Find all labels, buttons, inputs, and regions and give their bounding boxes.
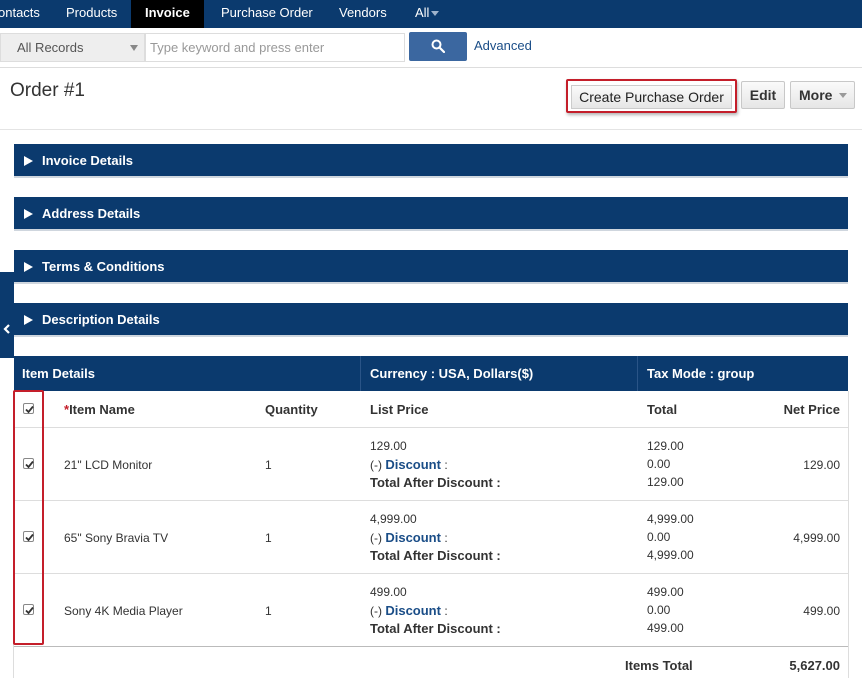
item-total: 499.00 (647, 585, 684, 599)
advanced-search-link[interactable]: Advanced (474, 38, 532, 53)
header-divider (0, 129, 862, 130)
section-invoice-details[interactable]: Invoice Details (14, 144, 848, 178)
item-name[interactable]: 65" Sony Bravia TV (64, 531, 168, 545)
nav-item-invoice[interactable]: Invoice (131, 0, 204, 28)
list-price: 4,999.00 (370, 512, 417, 526)
chevron-down-icon (431, 11, 440, 17)
column-quantity: Quantity (265, 402, 318, 417)
discount-line: (-) Discount : (370, 457, 448, 472)
expand-arrow-icon (24, 315, 33, 325)
column-item-name: *Item Name (64, 402, 135, 417)
discount-link[interactable]: Discount (385, 530, 441, 545)
nav-item-contacts[interactable]: ontacts (0, 0, 40, 28)
checkbox-highlight (13, 390, 44, 645)
section-description-details[interactable]: Description Details (14, 303, 848, 337)
item-quantity: 1 (265, 531, 272, 545)
search-icon (431, 39, 445, 53)
item-discount: 0.00 (647, 603, 671, 617)
column-net-price: Net Price (783, 402, 840, 417)
item-name[interactable]: 21" LCD Monitor (64, 458, 152, 472)
item-total: 129.00 (647, 439, 684, 453)
table-border (848, 391, 849, 678)
column-header-row: *Item Name Quantity List Price Total Net… (14, 391, 848, 428)
total-after-discount-label: Total After Discount : (370, 475, 501, 490)
item-quantity: 1 (265, 458, 272, 472)
sidebar-toggle[interactable] (0, 272, 14, 358)
nav-item-products[interactable]: Products (66, 0, 117, 28)
item-details-heading: Item Details (22, 366, 95, 381)
item-net-price: 129.00 (803, 458, 840, 472)
currency-label: Currency : USA, Dollars($) (370, 366, 534, 381)
items-total-row: Items Total 5,627.00 (14, 646, 848, 678)
items-total-label: Items Total (625, 658, 693, 673)
list-price: 129.00 (370, 439, 407, 453)
items-total-value: 5,627.00 (789, 658, 840, 673)
discount-colon: : (444, 458, 448, 472)
section-address-details[interactable]: Address Details (14, 197, 848, 231)
section-title: Invoice Details (42, 153, 134, 168)
search-input[interactable]: Type keyword and press enter (145, 33, 405, 62)
chevron-down-icon (130, 45, 138, 51)
item-name[interactable]: Sony 4K Media Player (64, 604, 183, 618)
total-after-discount-label: Total After Discount : (370, 548, 501, 563)
expand-arrow-icon (24, 262, 33, 272)
discount-link[interactable]: Discount (385, 457, 441, 472)
discount-colon: : (444, 604, 448, 618)
nav-item-purchase-order[interactable]: Purchase Order (221, 0, 313, 28)
list-price: 499.00 (370, 585, 407, 599)
expand-arrow-icon (24, 209, 33, 219)
chevron-down-icon (839, 93, 847, 98)
table-row: 21" LCD Monitor 1 129.00 (-) Discount : … (14, 428, 848, 501)
create-purchase-order-label: Create Purchase Order (571, 85, 732, 109)
search-button[interactable] (409, 32, 467, 61)
column-total: Total (647, 402, 678, 417)
expand-arrow-icon (24, 156, 33, 166)
item-quantity: 1 (265, 604, 272, 618)
items-header: Item Details Currency : USA, Dollars($) … (14, 356, 848, 391)
divider (637, 356, 638, 391)
tax-mode-label: Tax Mode : group (647, 366, 755, 381)
nav-item-all-label: All (415, 5, 430, 20)
item-total: 4,999.00 (647, 512, 694, 526)
edit-button[interactable]: Edit (741, 81, 785, 109)
records-select[interactable]: All Records (0, 33, 145, 62)
more-button-label: More (799, 87, 833, 103)
discount-prefix: (-) (370, 458, 382, 472)
item-net-price: 499.00 (803, 604, 840, 618)
chevron-left-icon (3, 324, 10, 334)
nav-item-vendors[interactable]: Vendors (339, 0, 387, 28)
item-total-after-discount: 499.00 (647, 621, 684, 635)
more-button[interactable]: More (790, 81, 855, 109)
discount-line: (-) Discount : (370, 603, 448, 618)
total-after-discount-label: Total After Discount : (370, 621, 501, 636)
item-discount: 0.00 (647, 457, 671, 471)
discount-line: (-) Discount : (370, 530, 448, 545)
nav-item-all[interactable]: All (415, 0, 440, 28)
item-name-header: Item Name (69, 402, 135, 417)
discount-link[interactable]: Discount (385, 603, 441, 618)
item-total-after-discount: 129.00 (647, 475, 684, 489)
discount-prefix: (-) (370, 604, 382, 618)
section-terms-conditions[interactable]: Terms & Conditions (14, 250, 848, 284)
section-title: Description Details (42, 312, 160, 327)
top-nav: ontacts Products Invoice Purchase Order … (0, 0, 862, 28)
divider (360, 356, 361, 391)
search-bar: All Records Type keyword and press enter… (0, 28, 862, 68)
discount-colon: : (444, 531, 448, 545)
item-discount: 0.00 (647, 530, 671, 544)
section-title: Address Details (42, 206, 141, 221)
page-title: Order #1 (10, 80, 85, 101)
table-row: 65" Sony Bravia TV 1 4,999.00 (-) Discou… (14, 501, 848, 574)
item-total-after-discount: 4,999.00 (647, 548, 694, 562)
create-purchase-order-button[interactable]: Create Purchase Order (566, 79, 737, 113)
discount-prefix: (-) (370, 531, 382, 545)
section-title: Terms & Conditions (42, 259, 165, 274)
item-net-price: 4,999.00 (793, 531, 840, 545)
column-list-price: List Price (370, 402, 429, 417)
table-row: Sony 4K Media Player 1 499.00 (-) Discou… (14, 574, 848, 647)
records-select-value: All Records (17, 40, 84, 55)
